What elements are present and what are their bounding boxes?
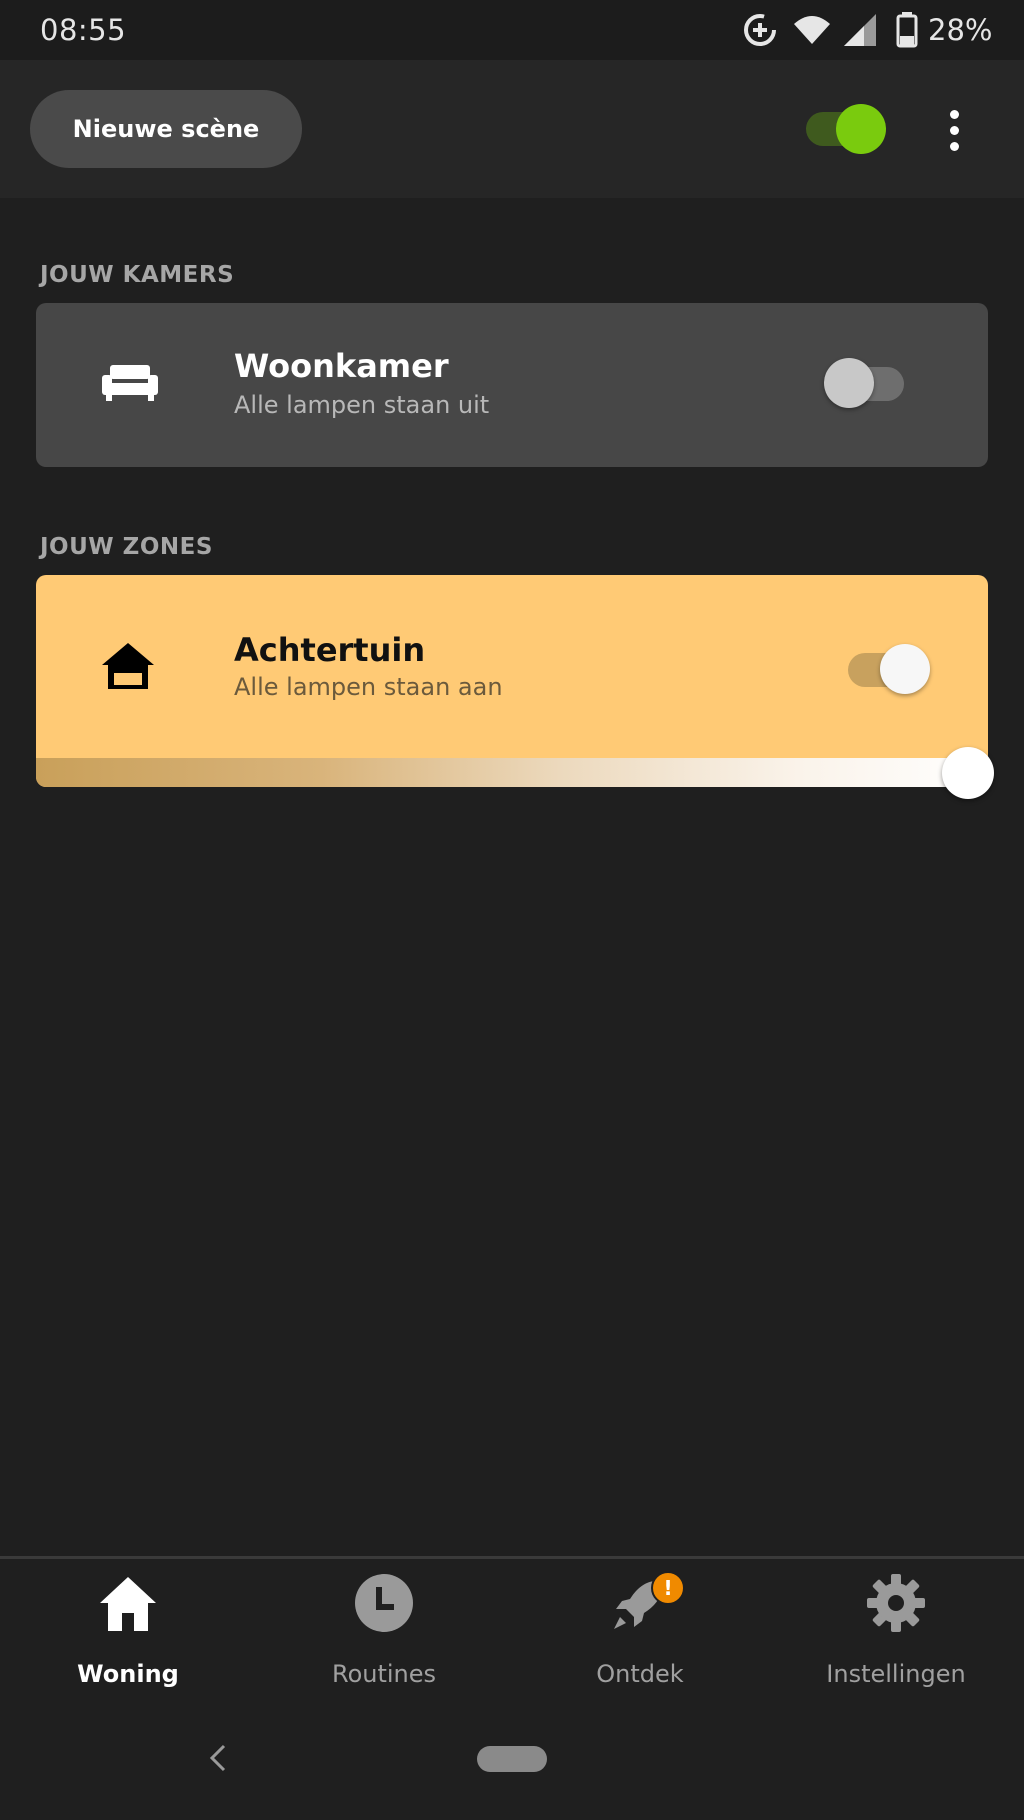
data-saver-icon: [744, 14, 776, 46]
master-lights-toggle[interactable]: [802, 100, 888, 156]
notification-badge: !: [651, 1571, 685, 1605]
zone-status: Alle lampen staan aan: [234, 673, 503, 701]
status-time: 08:55: [40, 13, 127, 47]
zone-toggle[interactable]: [842, 641, 930, 697]
nav-label: Routines: [331, 1660, 437, 1688]
brightness-slider-track[interactable]: [36, 758, 988, 787]
nav-item-instellingen[interactable]: Instellingen: [768, 1573, 1024, 1688]
brightness-slider-thumb[interactable]: [942, 747, 994, 799]
zone-card-achtertuin[interactable]: Achtertuin Alle lampen staan aan: [36, 575, 994, 799]
cell-signal-icon: [844, 14, 876, 46]
room-status: Alle lampen staan uit: [234, 391, 490, 419]
nav-item-woning[interactable]: Woning: [0, 1573, 256, 1688]
toggle-thumb: [836, 104, 886, 154]
battery-icon: [896, 12, 918, 48]
battery-percentage: 28%: [928, 13, 993, 47]
nav-item-ontdek[interactable]: ! Ontdek: [512, 1571, 768, 1688]
gear-icon: [867, 1574, 925, 1632]
nav-label: Instellingen: [826, 1660, 966, 1688]
toggle-thumb: [880, 644, 930, 694]
clock-icon: [355, 1574, 413, 1632]
home-icon: [100, 1577, 156, 1631]
room-card-woonkamer[interactable]: Woonkamer Alle lampen staan uit: [36, 303, 988, 467]
room-toggle[interactable]: [824, 355, 912, 411]
rooms-section-title: JOUW KAMERS: [40, 262, 235, 288]
overflow-menu-icon[interactable]: [936, 104, 972, 156]
bottom-navigation: Woning Routines ! Ontdek Instellingen: [0, 1556, 1024, 1713]
zone-name: Achtertuin: [234, 631, 426, 669]
new-scene-button[interactable]: Nieuwe scène: [30, 90, 302, 168]
wifi-icon: [794, 16, 830, 44]
nav-label: Woning: [77, 1660, 179, 1688]
back-icon[interactable]: [200, 1740, 236, 1776]
sofa-icon: [102, 365, 158, 401]
home-pill-button[interactable]: [477, 1746, 547, 1772]
toggle-thumb: [824, 358, 874, 408]
house-icon: [102, 643, 154, 689]
room-name: Woonkamer: [234, 347, 449, 385]
nav-label: Ontdek: [596, 1660, 684, 1688]
zones-section-title: JOUW ZONES: [40, 534, 213, 560]
nav-item-routines[interactable]: Routines: [256, 1573, 512, 1688]
